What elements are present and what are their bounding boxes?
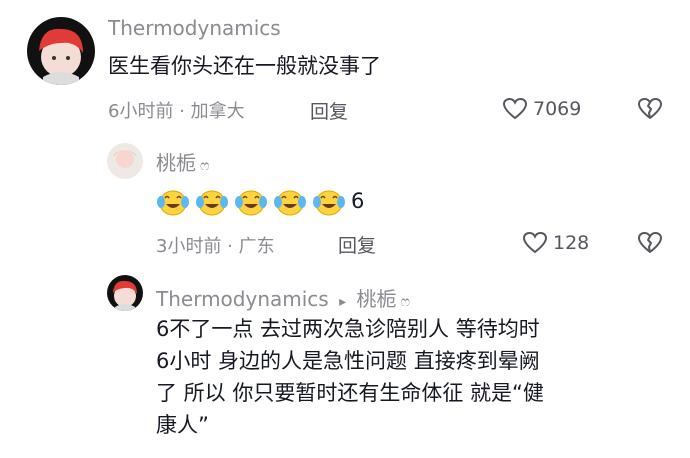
avatar[interactable] bbox=[27, 17, 95, 85]
reply-username[interactable]: Thermodynamics ▸ 桃栀 ෆ bbox=[156, 283, 410, 312]
broken-heart-icon bbox=[638, 232, 662, 253]
reply-text-suffix: 6 bbox=[351, 189, 365, 213]
user-badge-icon: ෆ bbox=[400, 294, 410, 310]
like-button[interactable]: 128 bbox=[522, 231, 589, 255]
reply-time-location: 3小时前 · 广东 bbox=[156, 236, 275, 257]
laughing-crying-emoji bbox=[312, 187, 346, 217]
reply-username-text: Thermodynamics bbox=[156, 287, 329, 311]
like-count: 7069 bbox=[533, 98, 582, 120]
like-button[interactable]: 7069 bbox=[502, 97, 581, 121]
text-line: 6不了一点 去过两次急诊陪别人 等待均时 bbox=[156, 317, 540, 341]
reply-multiline-text: 6不了一点 去过两次急诊陪别人 等待均时 6小时 身边的人是急性问题 直接疼到晕… bbox=[156, 313, 544, 441]
dislike-button[interactable] bbox=[637, 231, 663, 259]
text-line: 康人” bbox=[156, 413, 209, 437]
reply-username[interactable]: 桃栀 ෆ bbox=[156, 147, 209, 176]
comment-text: 医生看你头还在一般就没事了 bbox=[108, 54, 381, 78]
comment-username[interactable]: Thermodynamics bbox=[108, 16, 281, 40]
laughing-crying-emoji bbox=[234, 187, 268, 217]
heart-outline-icon bbox=[522, 231, 548, 254]
emoji-row bbox=[156, 185, 351, 217]
reply-to-username[interactable]: 桃栀 bbox=[356, 287, 396, 311]
dislike-button[interactable] bbox=[637, 97, 663, 125]
text-line: 了 所以 你只要暂时还有生命体征 就是“健 bbox=[156, 381, 544, 405]
user-badge-icon: ෆ bbox=[200, 158, 210, 174]
laughing-crying-emoji bbox=[273, 187, 307, 217]
comment-time-location: 6小时前 · 加拿大 bbox=[108, 101, 245, 122]
reply-button[interactable]: 回复 bbox=[310, 97, 348, 124]
avatar[interactable] bbox=[107, 275, 143, 311]
heart-outline-icon bbox=[502, 97, 528, 120]
avatar[interactable] bbox=[107, 143, 143, 179]
reply-text: 6 bbox=[156, 185, 364, 217]
laughing-crying-emoji bbox=[156, 187, 190, 217]
like-count: 128 bbox=[553, 232, 590, 254]
reply-username-text: 桃栀 bbox=[156, 151, 196, 175]
reply-button[interactable]: 回复 bbox=[338, 231, 376, 258]
laughing-crying-emoji bbox=[195, 187, 229, 217]
text-line: 6小时 身边的人是急性问题 直接疼到晕阙 bbox=[156, 349, 540, 373]
reply-to-arrow-icon: ▸ bbox=[339, 294, 347, 310]
broken-heart-icon bbox=[638, 98, 662, 119]
